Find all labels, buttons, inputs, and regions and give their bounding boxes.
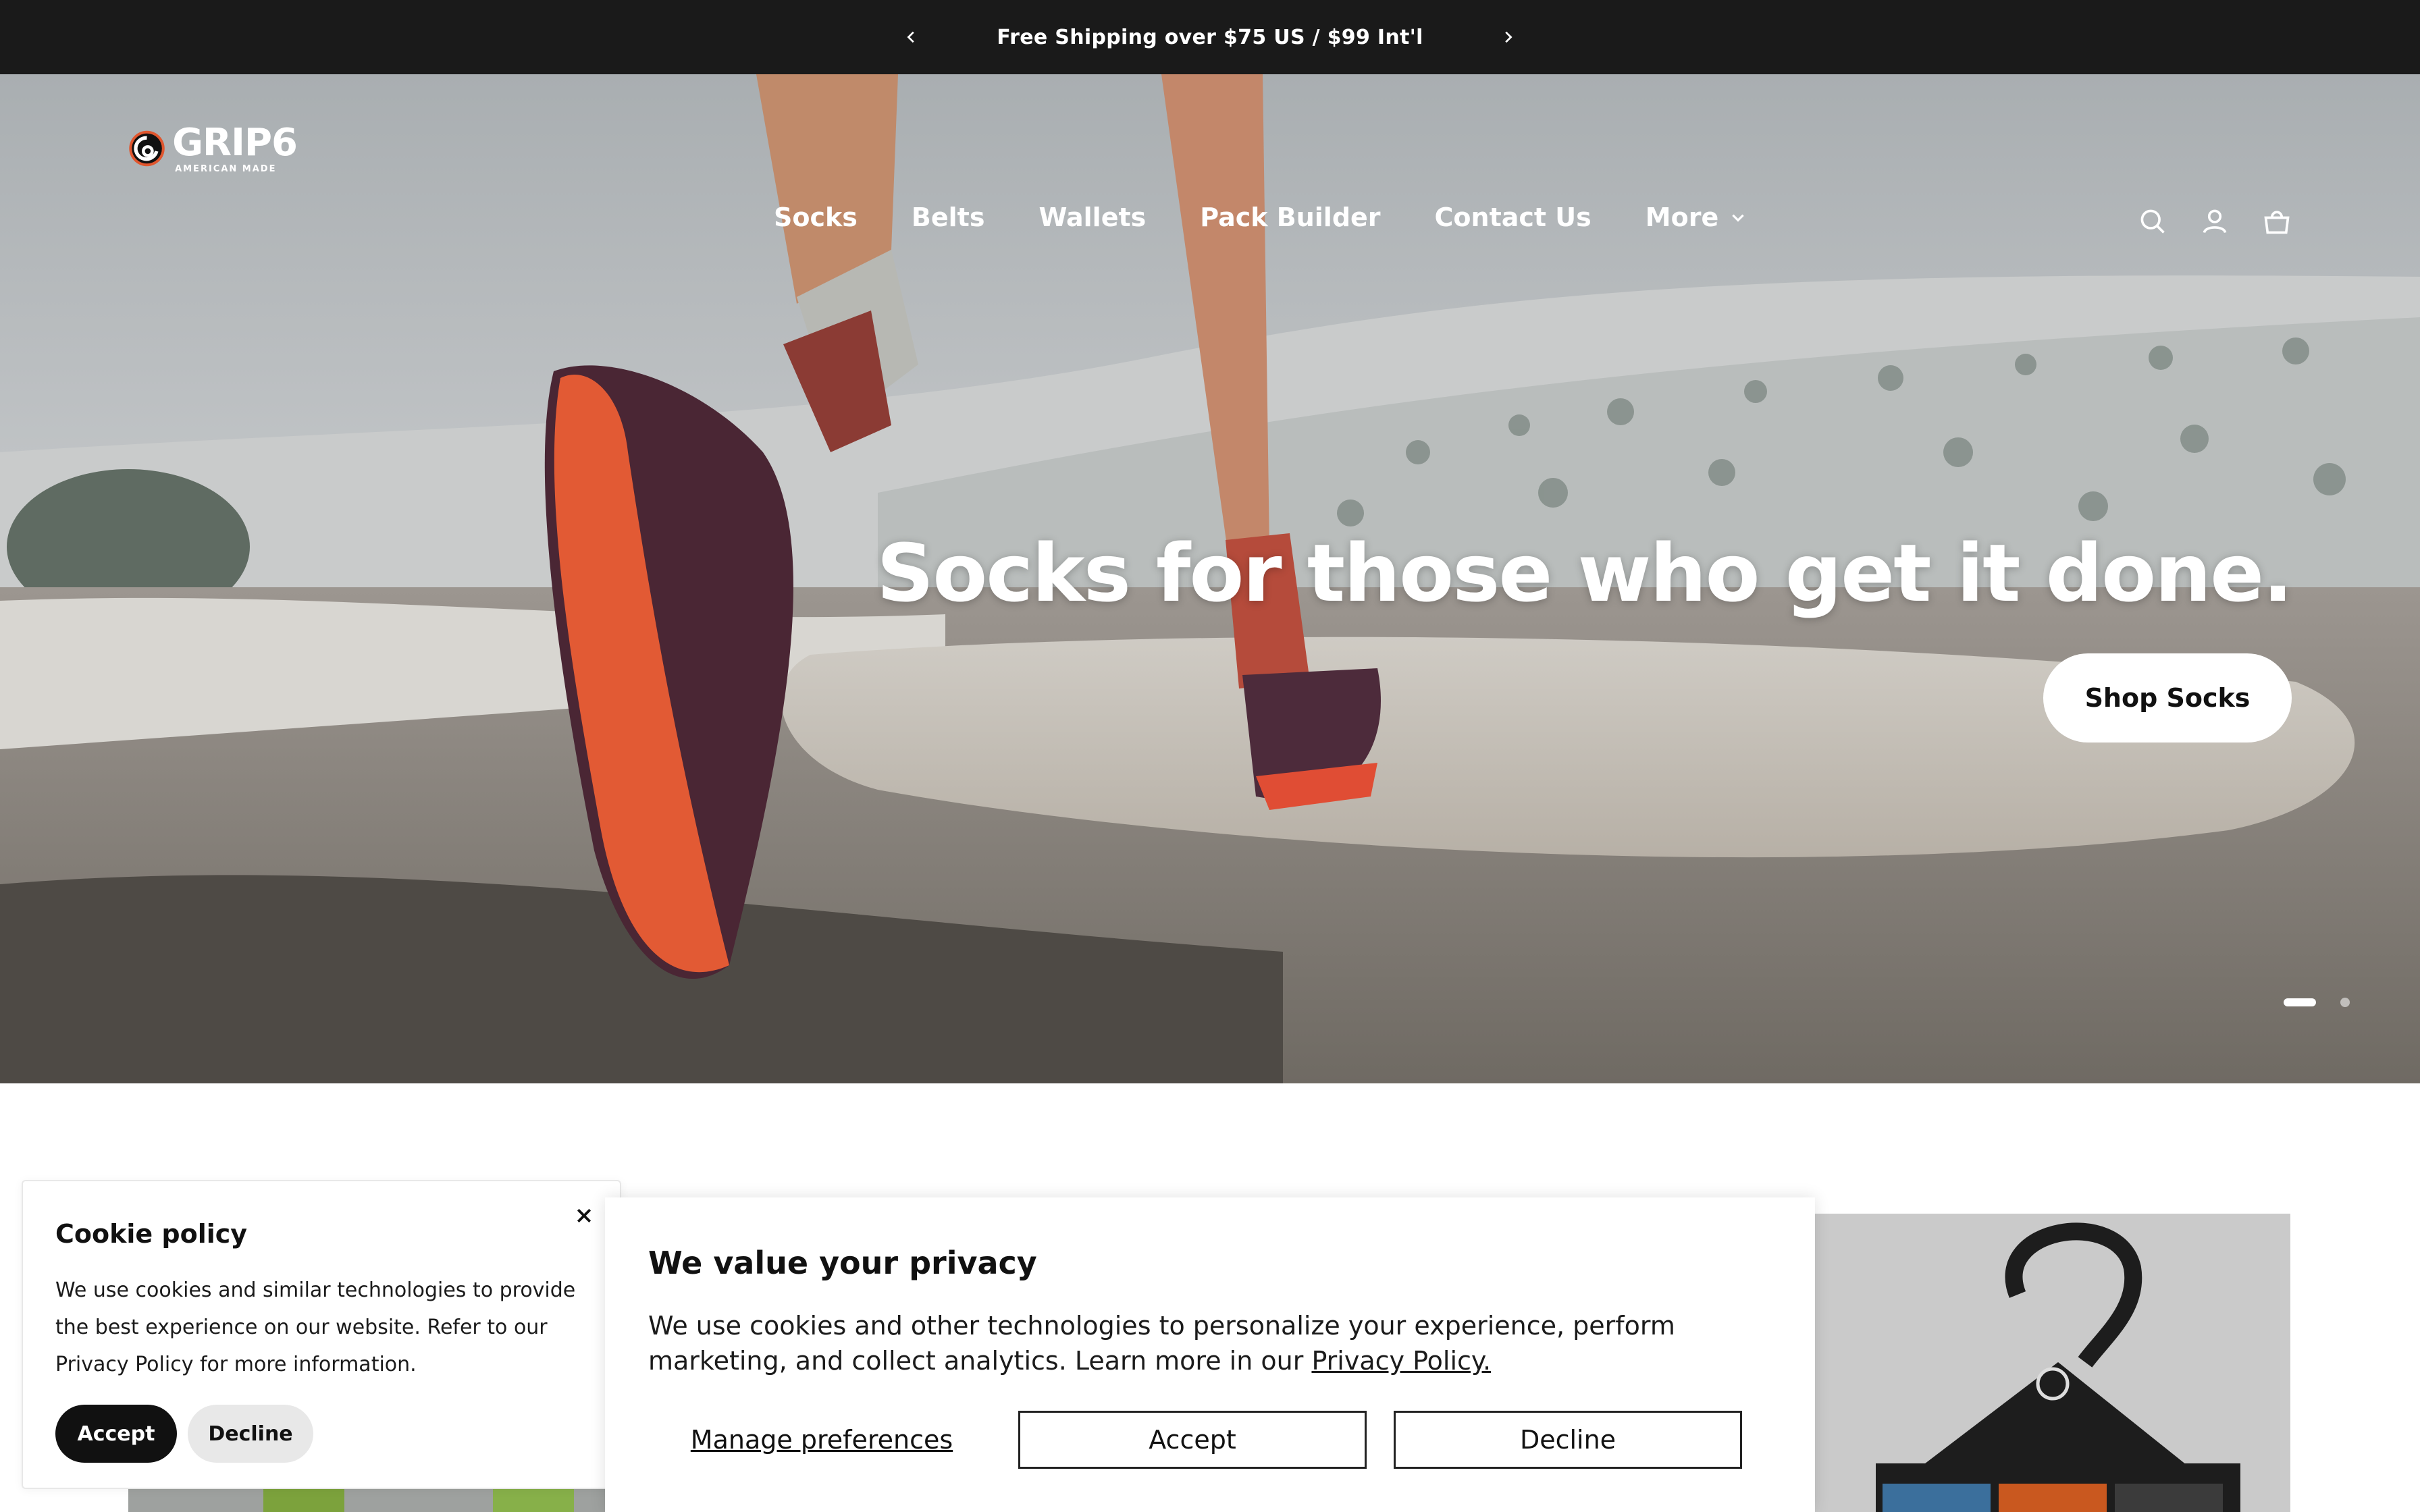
main-nav: Socks Belts Wallets Pack Builder Contact…: [774, 202, 1747, 232]
shop-socks-button[interactable]: Shop Socks: [2043, 653, 2292, 742]
privacy-actions: Manage preferences Accept Decline: [648, 1411, 1769, 1469]
nav-item-wallets[interactable]: Wallets: [1038, 202, 1146, 232]
chevron-right-icon[interactable]: [1491, 20, 1525, 54]
nav-item-socks[interactable]: Socks: [774, 202, 858, 232]
site-header: GRIP6 AMERICAN MADE Socks Belts Wallets …: [0, 74, 2420, 234]
cookie-accept-button[interactable]: Accept: [55, 1405, 177, 1463]
account-icon[interactable]: [2200, 207, 2230, 236]
slide-dot[interactable]: [2340, 998, 2350, 1007]
header-actions: [2138, 207, 2292, 236]
privacy-policy-link[interactable]: Privacy Policy.: [1311, 1346, 1491, 1376]
nav-item-more-label: More: [1645, 202, 1719, 232]
cookie-policy-title: Cookie policy: [55, 1219, 248, 1249]
nav-item-belts[interactable]: Belts: [912, 202, 985, 232]
slideshow-dots: [2284, 998, 2350, 1007]
product-card-belt-hanger-image[interactable]: [1815, 1214, 2290, 1512]
hero-slideshow: GRIP6 AMERICAN MADE Socks Belts Wallets …: [0, 74, 2420, 1083]
hero-title: Socks for those who get it done.: [876, 526, 2293, 620]
nav-item-more[interactable]: More: [1646, 202, 1747, 232]
privacy-body-text: We use cookies and other technologies to…: [648, 1311, 1675, 1376]
search-icon[interactable]: [2138, 207, 2167, 236]
close-icon[interactable]: [574, 1206, 594, 1226]
chevron-left-icon[interactable]: [895, 20, 928, 54]
cookie-policy-actions: Accept Decline: [55, 1405, 587, 1463]
cart-icon[interactable]: [2262, 207, 2292, 236]
product-card-socks-image[interactable]: [128, 1485, 608, 1512]
privacy-accept-button[interactable]: Accept: [1018, 1411, 1367, 1469]
cookie-decline-button[interactable]: Decline: [188, 1405, 313, 1463]
cookie-policy-popup: Cookie policy We use cookies and similar…: [22, 1180, 621, 1489]
privacy-consent-banner: We value your privacy We use cookies and…: [605, 1197, 1815, 1512]
manage-preferences-link[interactable]: Manage preferences: [648, 1411, 995, 1469]
chevron-down-icon: [1732, 214, 1744, 222]
logo-tagline: AMERICAN MADE: [175, 163, 277, 174]
privacy-text: We use cookies and other technologies to…: [648, 1308, 1769, 1378]
announcement-text: Free Shipping over $75 US / $99 Int'l: [997, 25, 1423, 49]
brand-logo[interactable]: GRIP6 AMERICAN MADE: [128, 118, 298, 179]
slide-dot-active[interactable]: [2284, 998, 2316, 1006]
logo-wordmark: GRIP6: [172, 120, 298, 165]
grip6-logo-icon: [129, 130, 165, 167]
hero-content: Socks for those who get it done. Shop So…: [876, 526, 2293, 742]
nav-item-pack-builder[interactable]: Pack Builder: [1200, 202, 1380, 232]
nav-item-contact-us[interactable]: Contact Us: [1435, 202, 1592, 232]
privacy-decline-button[interactable]: Decline: [1394, 1411, 1742, 1469]
privacy-title: We value your privacy: [648, 1245, 1037, 1281]
announcement-bar: Free Shipping over $75 US / $99 Int'l: [0, 0, 2420, 74]
cookie-policy-text: We use cookies and similar technologies …: [55, 1278, 576, 1376]
